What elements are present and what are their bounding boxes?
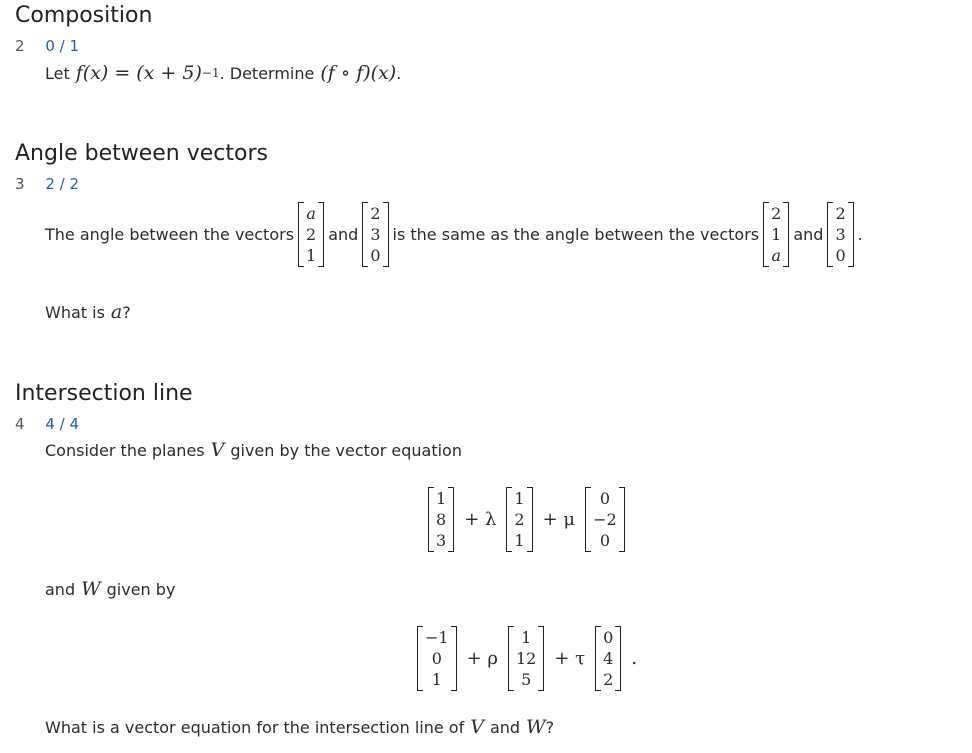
- vector-entry: 1: [521, 627, 532, 647]
- question-number: 4: [15, 415, 25, 433]
- text-fragment: What is a vector equation for the inters…: [45, 717, 465, 737]
- vector-v-point: 1 8 3: [428, 486, 455, 552]
- vector-entry: a: [306, 203, 316, 223]
- text-fragment: and: [328, 224, 359, 244]
- text-fragment: and: [793, 224, 824, 244]
- vector-entry: 3: [370, 224, 381, 244]
- vector-entry: 1: [771, 224, 782, 244]
- text-fragment: given by: [106, 579, 176, 599]
- text-fragment: Let: [45, 63, 70, 83]
- vector-entry: 0: [370, 245, 381, 265]
- vector-w-point: −1 0 1: [417, 625, 457, 691]
- vector-v-dir2: 0 −2 0: [585, 486, 625, 552]
- text-fragment: . Determine: [219, 63, 315, 83]
- text-fragment: .: [857, 224, 863, 244]
- math-exponent: −1: [201, 66, 220, 80]
- text-fragment: given by the vector equation: [230, 440, 462, 460]
- math-var-a: a: [110, 301, 123, 323]
- math-op-rho: + ρ: [466, 647, 498, 669]
- math-op-tau: + τ: [554, 647, 586, 669]
- text-fragment: Consider the planes: [45, 440, 205, 460]
- vector-entry: 0: [603, 627, 614, 647]
- vector-entry: 5: [521, 669, 532, 689]
- vector-entry: 1: [306, 245, 317, 265]
- vector-entry: 0: [599, 488, 610, 508]
- question-meta-3: 3 2 / 2: [15, 175, 79, 193]
- vector-entry: 2: [771, 203, 782, 223]
- vector-entry: 1: [514, 488, 525, 508]
- vector-entry: 0: [431, 648, 442, 668]
- vector-entry: 1: [514, 530, 525, 550]
- text-fragment: What is: [45, 302, 105, 322]
- plane-w-equation: −1 0 1 + ρ 1 12 5 + τ 0 4 2 .: [413, 619, 637, 697]
- vector-entry: a: [771, 245, 781, 265]
- vector-entry: 1: [436, 488, 447, 508]
- vector-entry: 3: [835, 224, 846, 244]
- math-composition: (f ∘ f)(x): [320, 62, 397, 84]
- question-score[interactable]: 0 / 1: [45, 37, 79, 55]
- vector-4: 2 3 0: [827, 201, 854, 267]
- vector-entry: 3: [436, 530, 447, 550]
- vector-v-dir1: 1 2 1: [506, 486, 533, 552]
- vector-entry: −1: [425, 627, 449, 647]
- vector-entry: 8: [436, 509, 447, 529]
- vector-entry: 2: [306, 224, 317, 244]
- vector-1: a 2 1: [298, 201, 325, 267]
- vector-2: 2 3 0: [362, 201, 389, 267]
- math-var-W: W: [81, 578, 101, 600]
- math-var-W: W: [526, 716, 546, 738]
- section-title-intersection: Intersection line: [15, 381, 193, 406]
- vector-3: 2 1 a: [763, 201, 790, 267]
- text-fragment: ?: [545, 717, 555, 737]
- vector-w-dir2: 0 4 2: [595, 625, 622, 691]
- text-fragment: The angle between the vectors: [45, 224, 295, 244]
- question-text-angle: The angle between the vectors a 2 1 and …: [45, 198, 863, 270]
- math-fx: f(x): [75, 62, 109, 84]
- plane-v-equation: 1 8 3 + λ 1 2 1 + μ 0 −2 0: [424, 480, 629, 558]
- math-op-lambda: + λ: [464, 508, 497, 530]
- question-number: 2: [15, 37, 25, 55]
- text-fragment: and: [489, 717, 521, 737]
- text-fragment: and: [45, 579, 76, 599]
- question-number: 3: [15, 175, 25, 193]
- intro-plane-v: Consider the planes V given by the vecto…: [45, 438, 462, 462]
- math-eq: =: [114, 62, 131, 84]
- vector-entry: 12: [515, 648, 537, 668]
- question-meta-2: 2 0 / 1: [15, 37, 79, 55]
- section-title-angle: Angle between vectors: [15, 141, 268, 166]
- question-score[interactable]: 2 / 2: [45, 175, 79, 193]
- text-fragment: .: [631, 647, 638, 669]
- vector-entry: 0: [835, 245, 846, 265]
- math-rhs: (x + 5): [136, 62, 202, 84]
- question-score[interactable]: 4 / 4: [45, 415, 79, 433]
- question-text-composition: Let f(x) = (x + 5) −1 . Determine (f ∘ f…: [45, 60, 401, 86]
- text-fragment: ?: [122, 302, 131, 322]
- vector-entry: 2: [603, 669, 614, 689]
- vector-entry: 4: [603, 648, 614, 668]
- vector-entry: 1: [431, 669, 442, 689]
- vector-entry: −2: [593, 509, 617, 529]
- math-var-V: V: [470, 716, 484, 738]
- section-title-composition: Composition: [15, 3, 153, 28]
- math-var-V: V: [210, 439, 225, 461]
- vector-entry: 0: [599, 530, 610, 550]
- text-fragment: .: [396, 63, 402, 83]
- followup-question-a: What is a ?: [45, 300, 131, 324]
- final-question: What is a vector equation for the inters…: [45, 715, 554, 739]
- math-op-mu: + μ: [542, 508, 576, 530]
- text-fragment: is the same as the angle between the vec…: [392, 224, 760, 244]
- vector-entry: 2: [370, 203, 381, 223]
- vector-entry: 2: [835, 203, 846, 223]
- vector-w-dir1: 1 12 5: [507, 625, 545, 691]
- intro-plane-w: and W given by: [45, 577, 175, 601]
- vector-entry: 2: [514, 509, 525, 529]
- question-meta-4: 4 4 / 4: [15, 415, 79, 433]
